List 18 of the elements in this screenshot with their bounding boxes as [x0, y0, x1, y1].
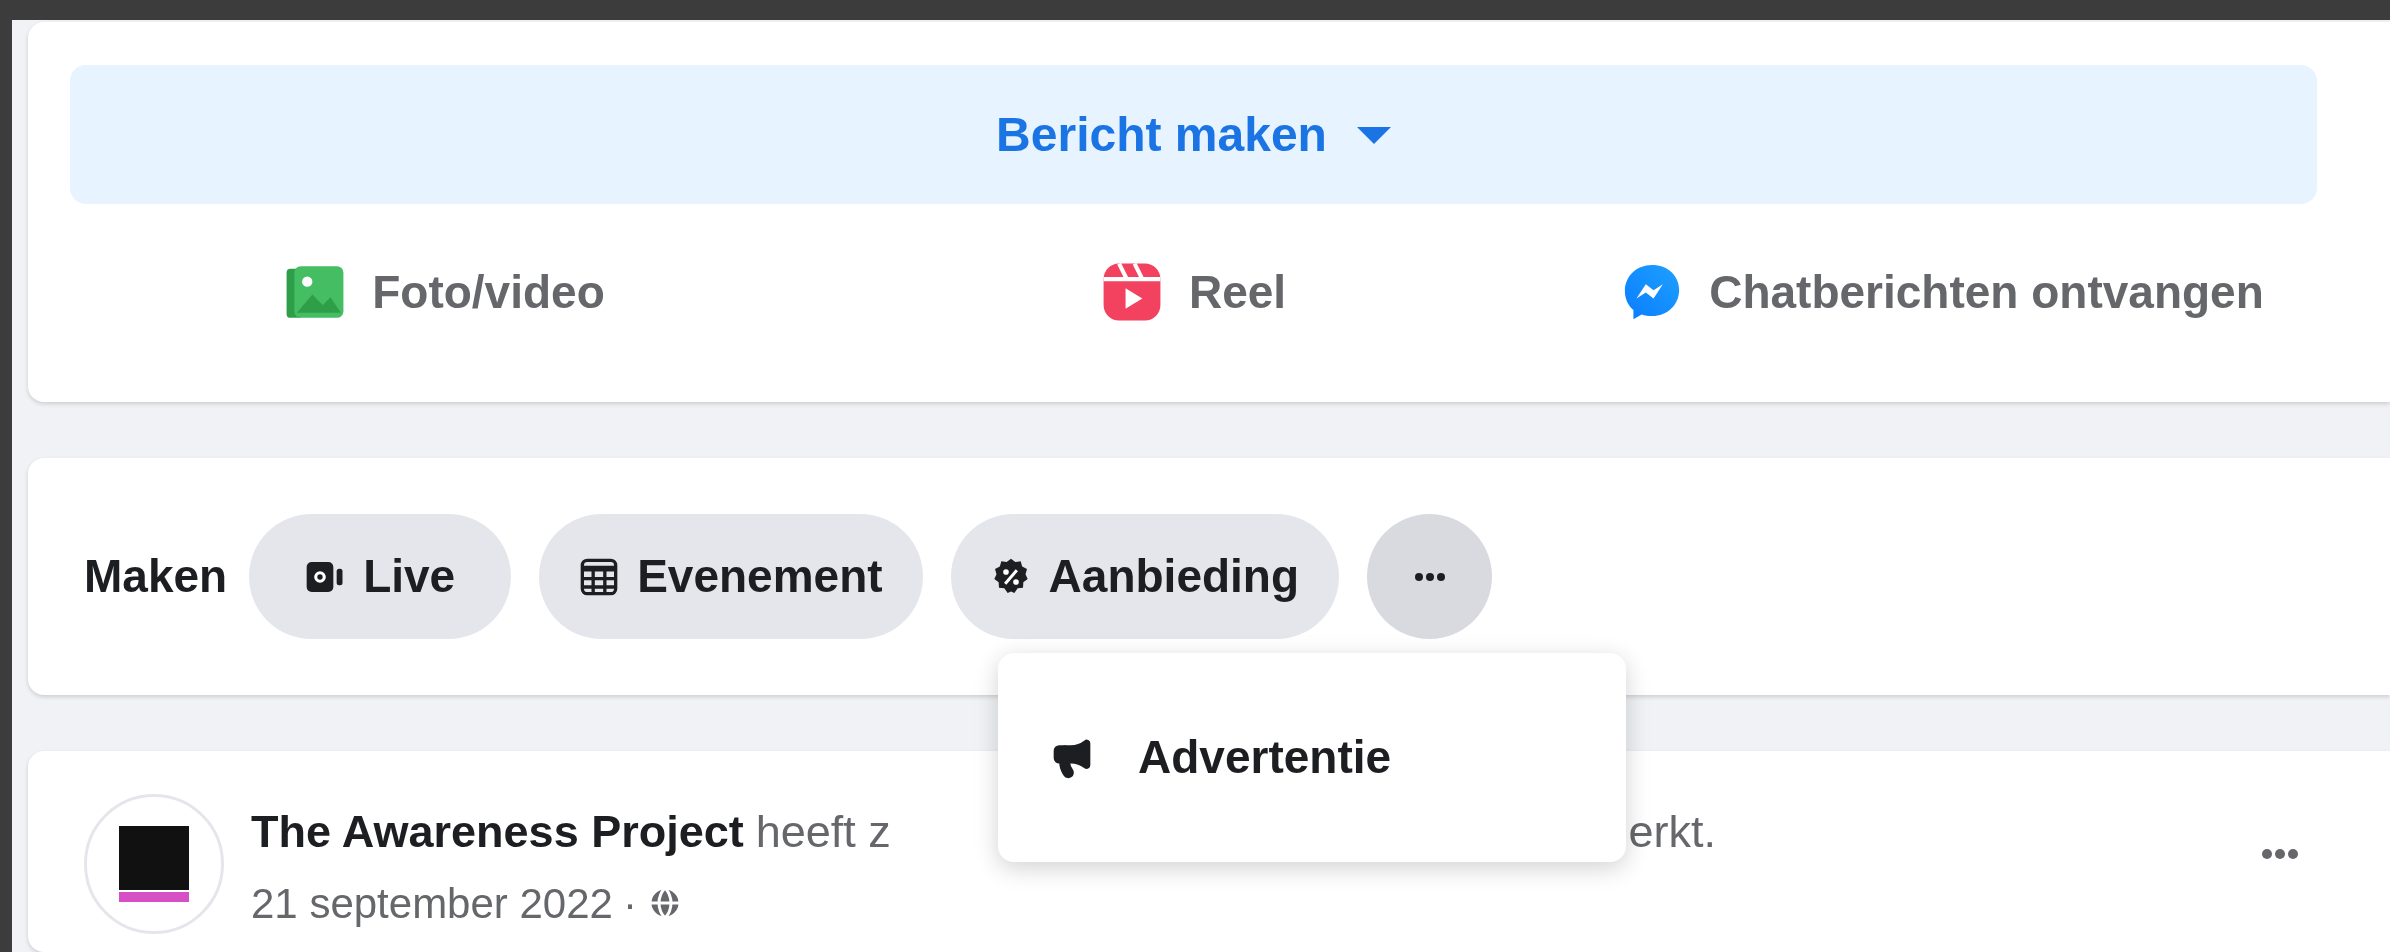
composer-action-button[interactable]: Chatberichten ontvangen — [1568, 204, 2317, 380]
composer-action-button[interactable]: Foto/video — [70, 204, 819, 380]
post-date[interactable]: 21 september 2022 — [251, 871, 613, 935]
create-option-button[interactable]: Aanbieding — [950, 514, 1340, 639]
calendar-icon — [579, 556, 620, 597]
create-label: Maken — [84, 549, 228, 604]
separator-dot: · — [622, 878, 637, 929]
composer-action-button[interactable]: Reel — [819, 204, 1568, 380]
create-post-button[interactable]: Bericht maken — [70, 65, 2317, 204]
post-headline-start: heeft z — [755, 805, 891, 859]
create-option-button[interactable]: Live — [249, 514, 512, 639]
more-icon — [1414, 572, 1445, 581]
create-option-button[interactable]: Evenement — [539, 514, 923, 639]
caret-icon — [1356, 124, 1391, 145]
menu-item[interactable]: Advertentie — [1010, 665, 1614, 850]
more-icon — [2262, 849, 2298, 859]
post-headline-end: erkt. — [1628, 805, 1716, 859]
post-author-link[interactable]: The Awareness Project — [251, 798, 744, 866]
